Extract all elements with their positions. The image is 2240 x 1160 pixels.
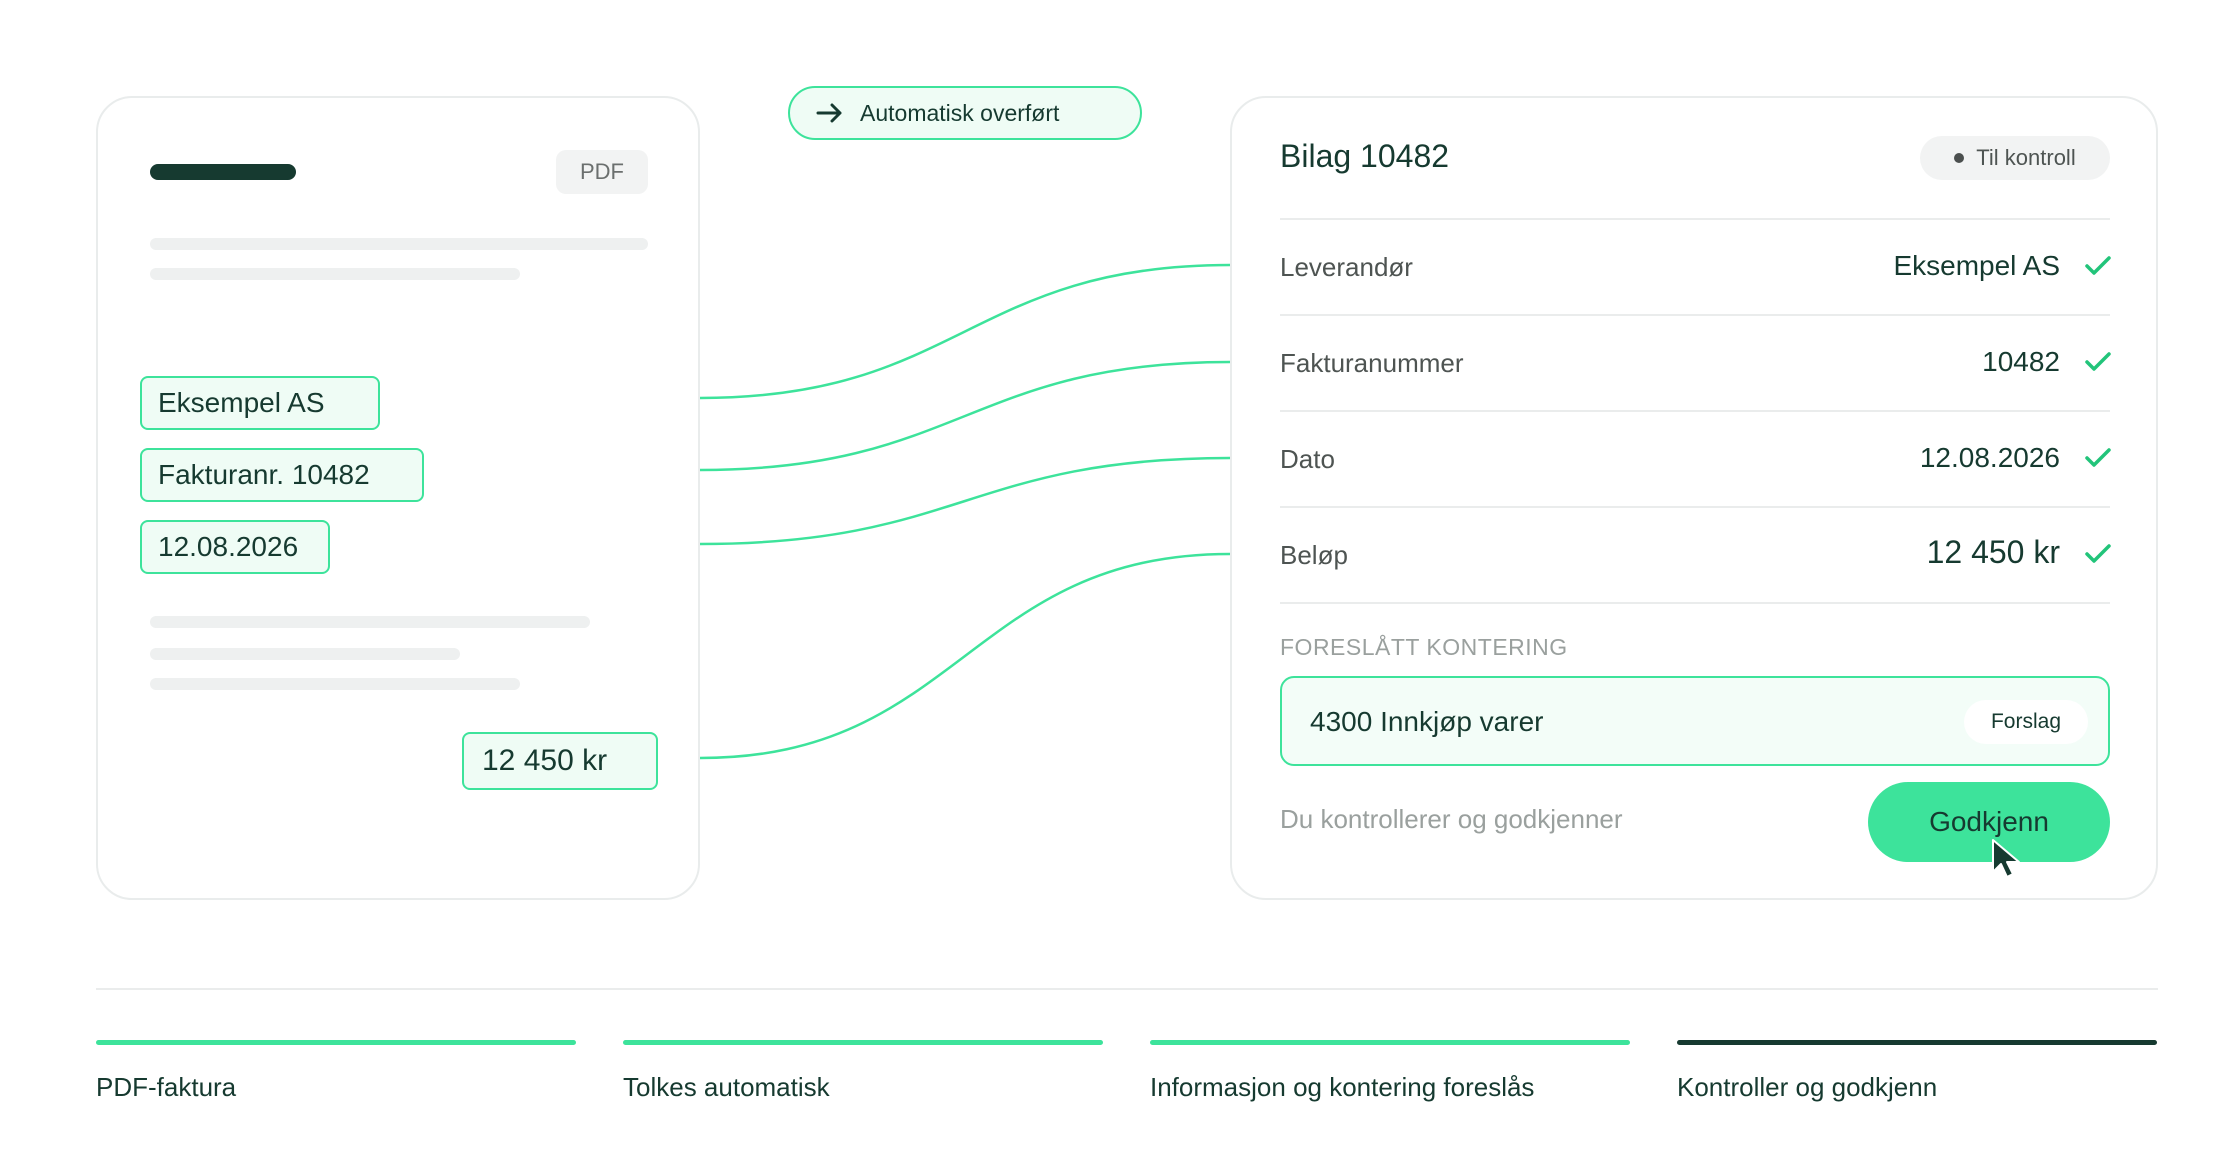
status-badge: Til kontroll [1920,136,2110,180]
status-dot-icon [1954,153,1965,163]
step-label: Informasjon og kontering foreslås [1150,1072,1535,1102]
field-label-invoice-number: Fakturanummer [1280,348,1464,378]
connector-amount [699,552,1231,760]
step-progress-bar [623,1040,1103,1045]
field-value-supplier: Eksempel AS [1893,250,2060,281]
text-placeholder [150,678,520,690]
connector-date [699,456,1231,546]
field-label-amount: Beløp [1280,540,1348,570]
posting-suggestion-field[interactable]: 4300 Innkjøp varer Forslag [1280,676,2110,766]
approve-button[interactable]: Godkjenn [1868,782,2110,862]
divider [1280,410,2110,412]
text-placeholder [150,648,460,660]
divider [1280,506,2110,508]
step-progress-bar [1677,1040,2157,1045]
text-placeholder [150,238,648,250]
step-label: PDF-faktura [96,1072,237,1102]
document-title-placeholder [150,164,296,180]
divider [1280,218,2110,220]
check-icon [2085,352,2111,371]
connector-invoice-number [699,360,1231,472]
check-icon [2085,448,2111,467]
divider [1280,602,2110,604]
step-progress-bar [96,1040,576,1045]
suggestion-badge: Forslag [1964,700,2088,744]
status-label: Til kontroll [1976,145,2076,170]
arrow-right-icon [816,103,842,123]
voucher-title: Bilag 10482 [1280,138,1450,174]
field-value-invoice-number: 10482 [1982,346,2060,377]
auto-transfer-badge: Automatisk overført [788,86,1142,140]
step-progress-bar [1150,1040,1630,1045]
field-label-date: Dato [1280,444,1335,474]
check-icon [2085,256,2111,275]
extracted-supplier: Eksempel AS [140,376,380,430]
check-icon [2085,544,2111,563]
field-value-date: 12.08.2026 [1919,442,2060,473]
pdf-badge: PDF [556,150,648,194]
voucher-panel: Bilag 10482 Til kontroll Leverandør Ekse… [1230,96,2158,900]
step-label: Tolkes automatisk [623,1072,830,1102]
text-placeholder [150,616,590,628]
extracted-date: 12.08.2026 [140,520,330,574]
invoice-document: PDF Eksempel AS Fakturanr. 10482 12.08.2… [96,96,700,900]
step-label: Kontroller og godkjenn [1677,1072,1938,1102]
auto-transfer-label: Automatisk overført [860,99,1060,126]
extracted-invoice-number: Fakturanr. 10482 [140,448,424,502]
field-value-amount: 12 450 kr [1926,534,2060,570]
divider [1280,314,2110,316]
posting-suggestion-value: 4300 Innkjøp varer [1310,706,1544,737]
extracted-amount: 12 450 kr [462,732,658,790]
connector-supplier [699,263,1231,400]
posting-section-label: FORESLÅTT KONTERING [1280,634,1568,660]
helper-text: Du kontrollerer og godkjenner [1280,804,1623,834]
bottom-divider [96,988,2158,990]
pointer-cursor-icon [1992,839,2020,878]
field-label-supplier: Leverandør [1280,252,1413,282]
text-placeholder [150,268,520,280]
